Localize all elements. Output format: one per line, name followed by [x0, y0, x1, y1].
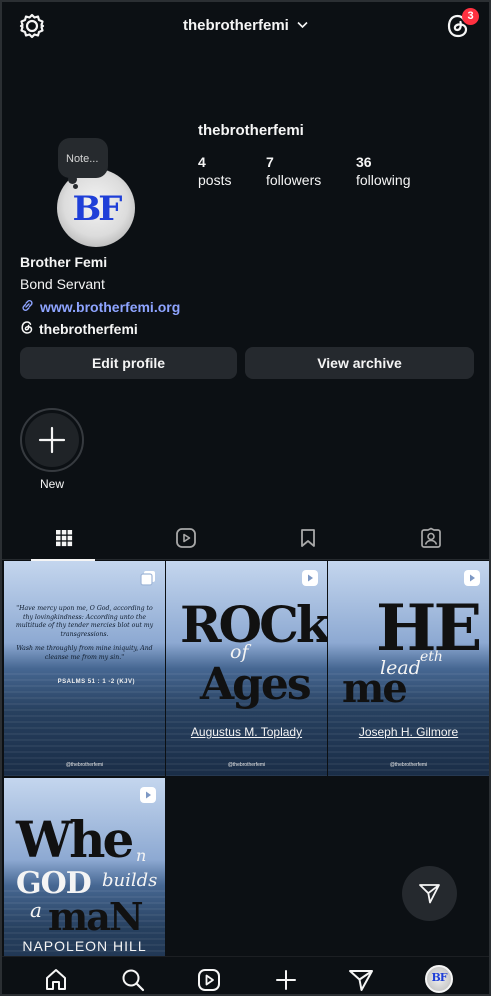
notification-badge: 3	[462, 8, 479, 25]
post-title-eth: eth	[420, 649, 443, 665]
view-archive-button[interactable]: View archive	[245, 347, 474, 379]
threads-small-icon	[20, 320, 34, 338]
grid-post-1[interactable]: "Have mercy upon me, O God, according to…	[4, 561, 165, 776]
nav-avatar-initials: BF	[431, 971, 447, 984]
note-placeholder: Note...	[66, 153, 99, 165]
post-quote-line-2: Wash me throughly from mine iniquity, An…	[16, 645, 153, 661]
post-title-ages: Ages	[200, 659, 312, 710]
display-name: Brother Femi	[20, 254, 108, 270]
note-bubble[interactable]: Note...	[58, 138, 108, 178]
avatar-initials: BF	[72, 189, 123, 229]
post-title-builds: builds	[102, 870, 158, 891]
grid-post-2[interactable]: ROCk of Ages Augustus M. Toplady @thebro…	[166, 561, 327, 776]
account-switcher[interactable]: thebrotherfemi	[2, 16, 489, 34]
stat-following-label: following	[356, 172, 411, 188]
stat-followers[interactable]: 7 followers	[266, 153, 321, 189]
new-highlight-button[interactable]	[20, 408, 84, 472]
post-quote: "Have mercy upon me, O God, according to…	[12, 605, 157, 662]
tab-tagged[interactable]	[369, 520, 489, 560]
bio-text: Bond Servant	[20, 276, 105, 292]
new-highlight-label: New	[39, 477, 64, 491]
top-bar: thebrotherfemi 3	[2, 2, 489, 50]
paper-plane-nav-icon[interactable]	[348, 967, 374, 993]
grid-icon	[56, 530, 73, 547]
link-icon	[20, 298, 35, 316]
profile-nav-avatar[interactable]: BF	[425, 965, 453, 993]
post-title-man: maN	[48, 894, 144, 939]
stat-following-value: 36	[356, 154, 372, 170]
post-title-me: me	[342, 665, 408, 712]
post-quote-line-1: "Have mercy upon me, O God, according to…	[15, 605, 154, 638]
bio-link[interactable]: www.brotherfemi.org	[20, 298, 180, 316]
reels-icon	[176, 528, 196, 548]
plus-icon	[38, 426, 66, 454]
reel-icon	[463, 569, 481, 587]
post-title-rock-text: ROCk	[180, 595, 327, 654]
stat-posts[interactable]: 4 posts	[198, 153, 231, 189]
post-title-rock: ROCk	[180, 595, 327, 654]
tab-reels[interactable]	[124, 520, 248, 560]
post-watermark: @thebrotherfemi	[65, 762, 104, 768]
post-title-when: Whe	[16, 810, 134, 869]
reel-icon	[301, 569, 319, 587]
profile-handle: thebrotherfemi	[198, 122, 304, 139]
carousel-icon	[139, 569, 157, 587]
home-icon[interactable]	[43, 967, 69, 993]
post-author: Joseph H. Gilmore	[358, 725, 459, 739]
post-author: Augustus M. Toplady	[190, 725, 303, 739]
post-watermark: @thebrotherfemi	[389, 762, 428, 768]
post-title-a: a	[30, 898, 42, 922]
chevron-down-icon	[297, 16, 308, 33]
create-icon[interactable]	[273, 967, 299, 993]
bio-link-text: www.brotherfemi.org	[40, 299, 181, 315]
paper-plane-icon	[419, 884, 440, 904]
post-watermark: @thebrotherfemi	[227, 762, 266, 768]
note-bubble-tail-small	[73, 184, 78, 189]
threads-handle: thebrotherfemi	[39, 321, 138, 337]
app-frame: thebrotherfemi 3 BF Note... thebrotherfe…	[0, 0, 491, 996]
post-reference: PSALMS 51 : 1 -2 (KJV)	[57, 679, 135, 685]
edit-profile-button[interactable]: Edit profile	[20, 347, 237, 379]
sea-texture	[4, 672, 165, 776]
stat-followers-value: 7	[266, 154, 274, 170]
search-icon[interactable]	[120, 967, 146, 993]
stat-followers-label: followers	[266, 172, 322, 188]
post-author: NAPOLEON HILL	[22, 938, 147, 954]
profile-tabs	[2, 520, 489, 561]
new-highlight-circle	[25, 413, 79, 467]
stat-posts-label: posts	[198, 172, 232, 188]
direct-messages-button[interactable]	[402, 866, 457, 921]
reels-nav-icon[interactable]	[196, 967, 222, 993]
tab-posts[interactable]	[2, 520, 126, 561]
stat-following[interactable]: 36 following	[356, 153, 410, 189]
bottom-navigation: BF	[2, 956, 489, 994]
reel-icon	[139, 786, 157, 804]
note-bubble-tail	[68, 175, 77, 184]
bookmark-icon	[301, 529, 315, 547]
stat-posts-value: 4	[198, 154, 206, 170]
tagged-icon	[421, 527, 441, 548]
threads-profile-link[interactable]: thebrotherfemi	[20, 320, 138, 338]
account-username: thebrotherfemi	[182, 17, 289, 34]
tab-saved[interactable]	[246, 520, 370, 560]
post-title-n: n	[136, 846, 147, 865]
grid-post-3[interactable]: HE lead eth me Joseph H. Gilmore @thebro…	[328, 561, 489, 776]
